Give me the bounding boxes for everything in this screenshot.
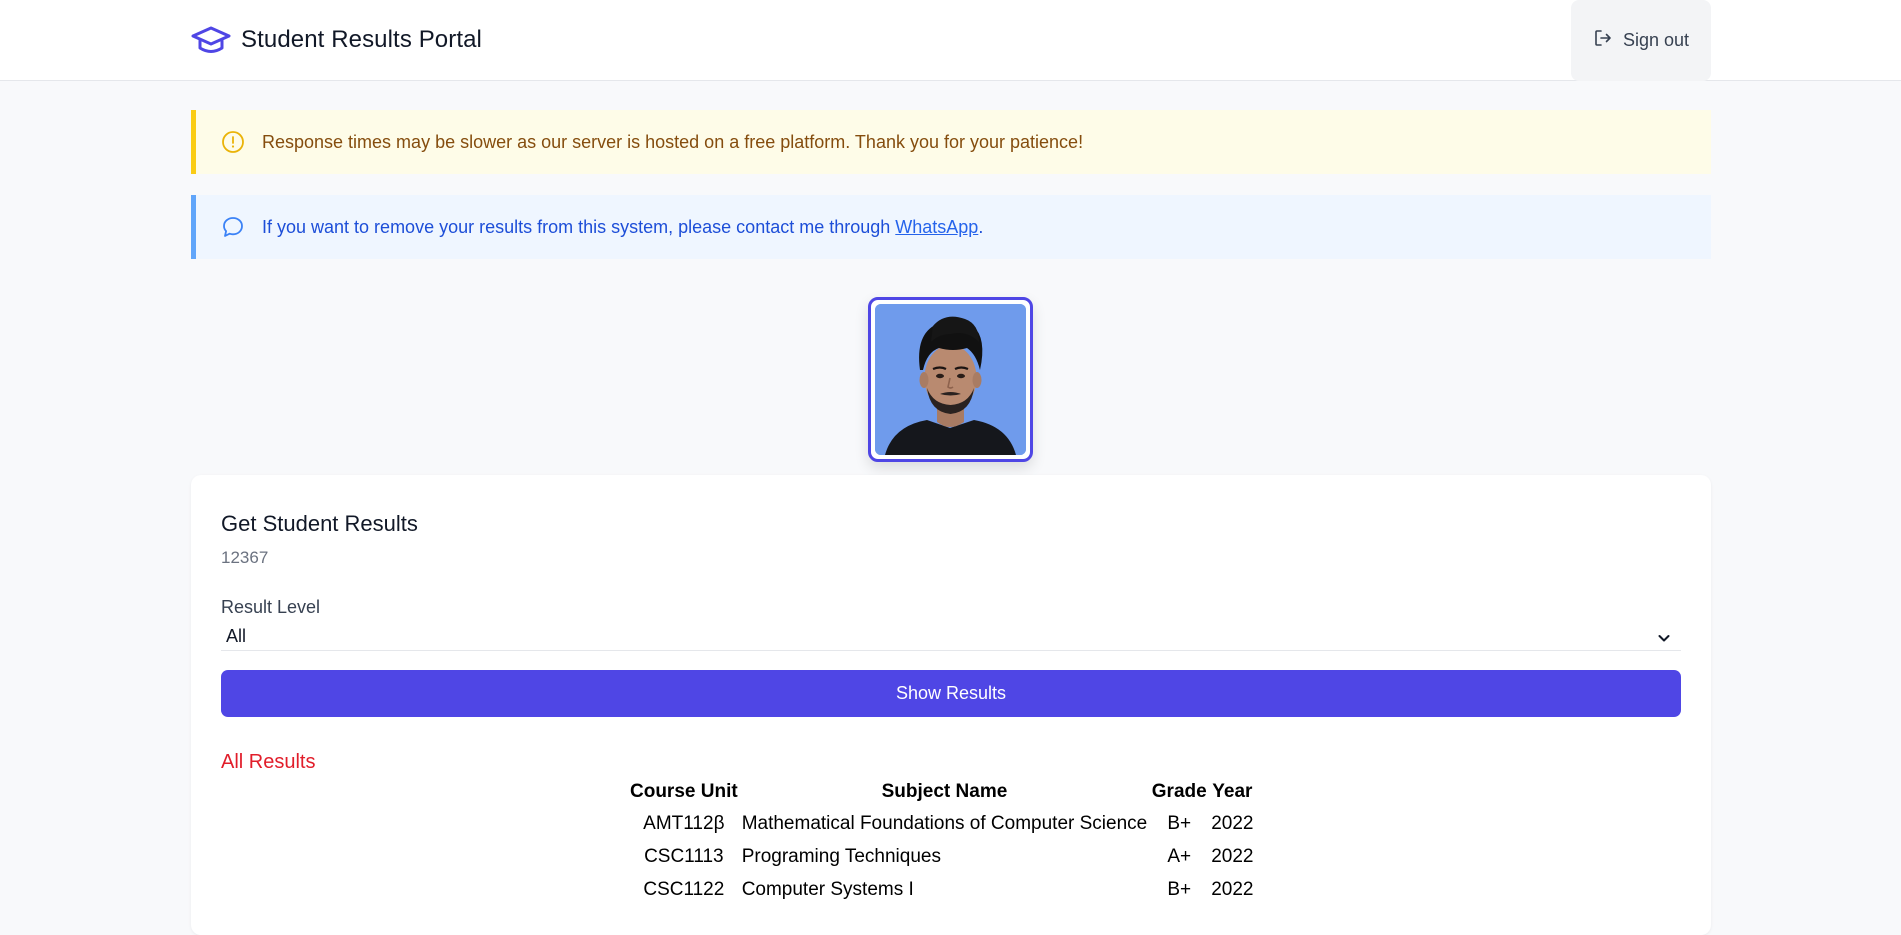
info-text-before: If you want to remove your results from … [262,216,896,237]
results-card: Get Student Results 12367 Result Level A… [191,475,1711,935]
sign-out-label: Sign out [1622,30,1690,50]
show-results-button[interactable]: Show Results [221,670,1681,717]
whatsapp-link[interactable]: WhatsApp [895,217,978,237]
sign-out-icon [1593,28,1613,53]
graduation-cap-icon [191,24,231,56]
course-unit-cell: CSC1122 [643,879,725,900]
col-year: Year [1212,781,1253,802]
table-row: AMT112β Mathematical Foundations of Comp… [628,807,1256,840]
brand[interactable]: Student Results Portal [191,24,482,56]
table-row: CSC1122 Computer Systems I B+ 2022 [628,873,1256,906]
student-id: 12367 [221,548,269,567]
removal-info-alert: If you want to remove your results from … [191,195,1711,259]
app-title: Student Results Portal [241,26,482,53]
chevron-down-icon [1657,629,1671,650]
col-subject-name: Subject Name [881,781,1008,802]
exclamation-circle-icon [220,129,246,155]
grade-cell: A+ [1167,846,1192,867]
subject-name-cell: Mathematical Foundations of Computer Sci… [741,813,1148,834]
col-course-unit: Course Unit [630,781,738,802]
results-table: Course Unit Subject Name Grade Year AMT1… [628,778,1256,906]
card-title: Get Student Results [221,511,418,536]
student-photo [875,304,1026,455]
table-header-row: Course Unit Subject Name Grade Year [628,778,1256,807]
course-unit-cell: AMT112β [643,813,725,834]
subject-name-cell: Programing Techniques [741,846,941,867]
info-text-after: . [978,216,984,237]
info-text: If you want to remove your results from … [262,217,983,238]
top-header: Student Results Portal Sign out [0,0,1901,81]
col-grade: Grade [1151,781,1207,802]
grade-cell: B+ [1167,879,1192,900]
year-cell: 2022 [1211,813,1254,834]
chat-bubble-icon [220,214,246,240]
result-level-value: All [226,626,247,646]
student-photo-frame [868,297,1033,462]
table-row: CSC1113 Programing Techniques A+ 2022 [628,840,1256,873]
sign-out-button[interactable]: Sign out [1571,0,1711,81]
result-level-label: Result Level [221,597,321,617]
results-heading: All Results [221,751,316,773]
warning-text: Response times may be slower as our serv… [262,131,1084,152]
grade-cell: B+ [1167,813,1192,834]
subject-name-cell: Computer Systems I [741,879,914,900]
year-cell: 2022 [1211,879,1254,900]
course-unit-cell: CSC1113 [644,846,724,867]
server-warning-alert: Response times may be slower as our serv… [191,110,1711,174]
year-cell: 2022 [1211,846,1254,867]
result-level-select[interactable]: All [221,623,1681,651]
